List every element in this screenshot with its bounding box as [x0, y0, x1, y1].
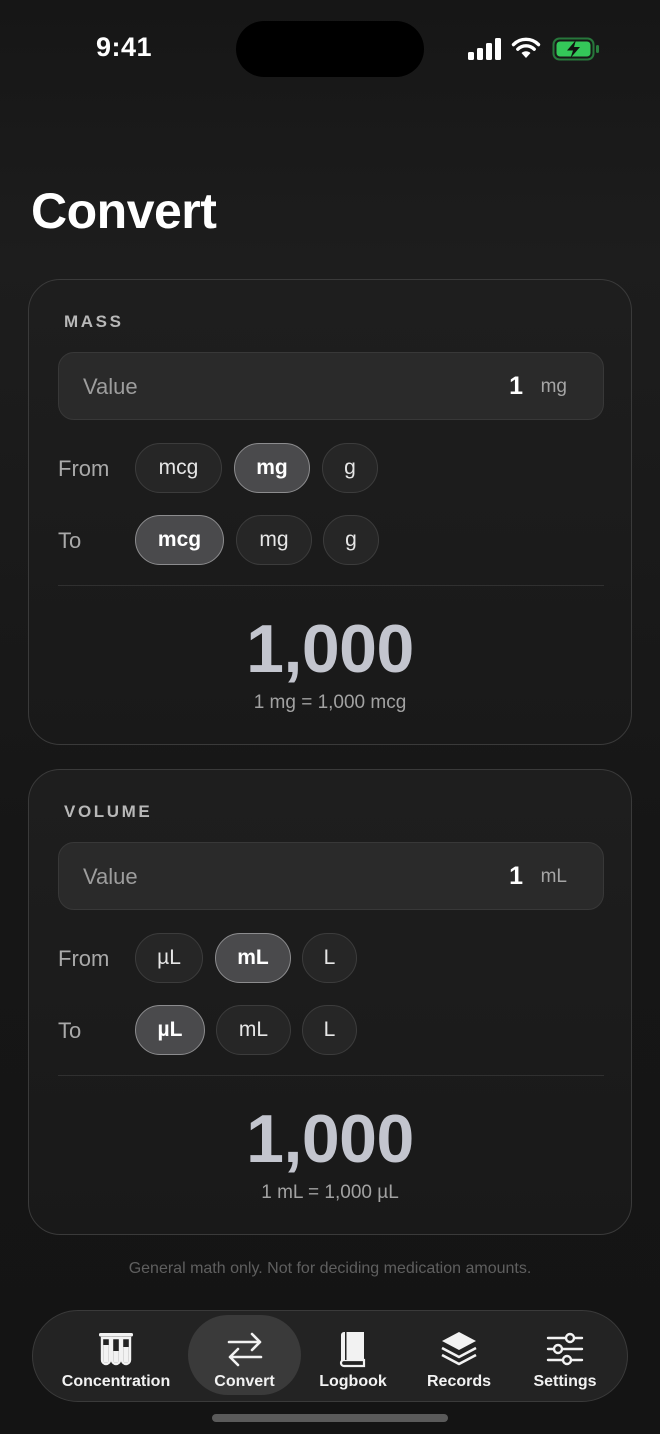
mass-value-label: Value: [83, 374, 138, 399]
mass-from-label: From: [58, 456, 110, 481]
volume-from-ul-button[interactable]: µL: [135, 933, 203, 983]
home-indicator: [212, 1414, 448, 1422]
mass-value-input[interactable]: Value 1 mg: [58, 352, 604, 420]
mass-to-g-button[interactable]: g: [323, 515, 379, 565]
wifi-icon: [511, 37, 541, 58]
volume-value-unit: mL: [540, 866, 567, 887]
volume-from-l-button[interactable]: L: [302, 933, 357, 983]
tab-bar: Concentration Convert Logbook Records Se…: [32, 1310, 628, 1402]
volume-to-label: To: [58, 1018, 82, 1043]
mass-result-equation: 1 mg = 1,000 mcg: [253, 692, 407, 713]
volume-value-number: 1: [509, 862, 523, 890]
volume-result-value: 1,000: [246, 1101, 414, 1177]
tab-convert-label: Convert: [214, 1373, 275, 1390]
mass-value-number: 1: [509, 372, 523, 400]
test-tubes-icon: [96, 1329, 136, 1369]
mass-from-g-button[interactable]: g: [322, 443, 378, 493]
tab-settings[interactable]: Settings: [521, 1315, 609, 1395]
tab-settings-label: Settings: [533, 1373, 597, 1390]
volume-from-ml-button[interactable]: mL: [215, 933, 291, 983]
mass-from-mcg-button[interactable]: mcg: [135, 443, 222, 493]
tab-logbook[interactable]: Logbook: [311, 1315, 395, 1395]
arrows-swap-icon: [225, 1329, 265, 1369]
mass-value-unit: mg: [540, 376, 567, 397]
volume-divider: [58, 1075, 604, 1076]
tab-records-label: Records: [426, 1373, 492, 1390]
volume-value-label: Value: [83, 864, 138, 889]
volume-result-equation: 1 mL = 1,000 µL: [261, 1182, 399, 1203]
battery-charging-icon: [552, 37, 599, 61]
mass-to-label: To: [58, 528, 82, 553]
mass-section-label: MASS: [64, 312, 124, 331]
volume-card: VOLUME Value 1 mL From µL mL L To µL mL …: [28, 769, 632, 1235]
tab-convert[interactable]: Convert: [188, 1315, 301, 1395]
mass-to-mcg-button[interactable]: mcg: [135, 515, 224, 565]
tab-logbook-label: Logbook: [319, 1373, 387, 1390]
page-title: Convert: [31, 183, 217, 239]
volume-section-label: VOLUME: [64, 802, 153, 821]
cellular-signal-icon: [468, 38, 501, 60]
tab-concentration[interactable]: Concentration: [51, 1315, 181, 1395]
volume-from-label: From: [58, 946, 110, 971]
mass-from-mg-button[interactable]: mg: [234, 443, 310, 493]
volume-to-ul-button[interactable]: µL: [135, 1005, 205, 1055]
mass-result-value: 1,000: [246, 611, 414, 687]
status-time: 9:41: [96, 32, 153, 62]
mass-card: MASS Value 1 mg From mcg mg g To mcg mg …: [28, 279, 632, 745]
mass-divider: [58, 585, 604, 586]
book-icon: [333, 1329, 373, 1369]
sliders-icon: [545, 1329, 585, 1369]
volume-to-l-button[interactable]: L: [302, 1005, 357, 1055]
tab-concentration-label: Concentration: [61, 1373, 171, 1390]
tab-records[interactable]: Records: [415, 1315, 503, 1395]
mass-to-mg-button[interactable]: mg: [236, 515, 312, 565]
volume-value-input[interactable]: Value 1 mL: [58, 842, 604, 910]
disclaimer-text: General math only. Not for deciding medi…: [128, 1260, 532, 1277]
status-bar: 9:41: [0, 0, 660, 100]
volume-to-ml-button[interactable]: mL: [216, 1005, 291, 1055]
dynamic-island: [236, 21, 424, 77]
layers-icon: [439, 1329, 479, 1369]
